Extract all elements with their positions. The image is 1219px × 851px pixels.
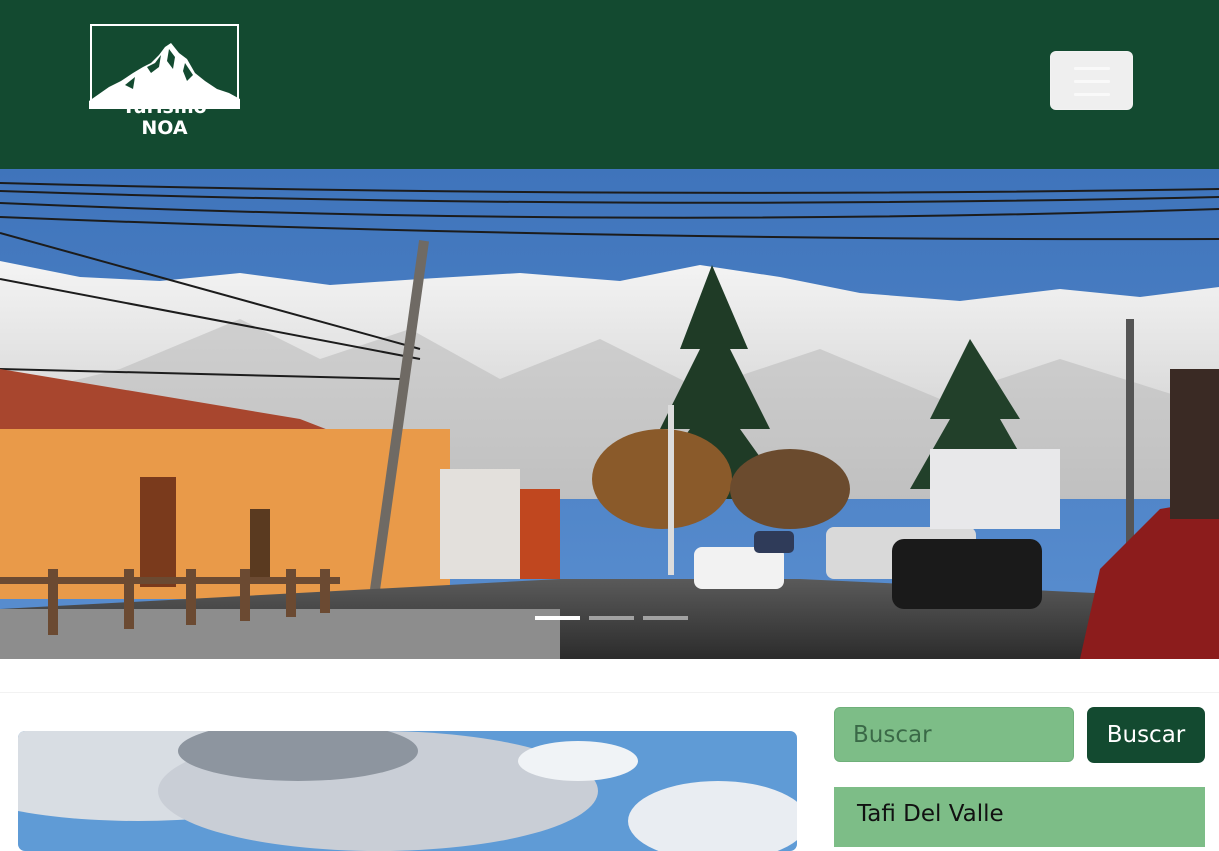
destination-photo — [18, 731, 797, 851]
destination-list: Tafi Del Valle — [834, 787, 1205, 847]
navbar: Turismo NOA — [0, 0, 1219, 169]
hamburger-icon-bar — [1074, 93, 1110, 96]
hamburger-icon-bar — [1074, 80, 1110, 83]
hamburger-icon-bar — [1074, 67, 1110, 70]
search-button[interactable]: Buscar — [1087, 707, 1205, 763]
logo-text-line1: Turismo — [122, 96, 207, 118]
hero-carousel[interactable] — [0, 169, 1219, 659]
logo-text-line2: NOA — [141, 117, 188, 139]
section-divider — [0, 659, 1219, 693]
logo[interactable]: Turismo NOA — [89, 23, 240, 139]
carousel-slide-image — [0, 169, 1219, 659]
destination-item-tafi-del-valle[interactable]: Tafi Del Valle — [834, 787, 1205, 847]
carousel-indicator-2[interactable] — [589, 616, 634, 620]
carousel-indicator-3[interactable] — [643, 616, 688, 620]
search-input[interactable] — [834, 707, 1074, 762]
menu-toggle-button[interactable] — [1050, 51, 1133, 110]
carousel-indicator-1[interactable] — [535, 616, 580, 620]
destination-card-image[interactable] — [18, 731, 797, 851]
